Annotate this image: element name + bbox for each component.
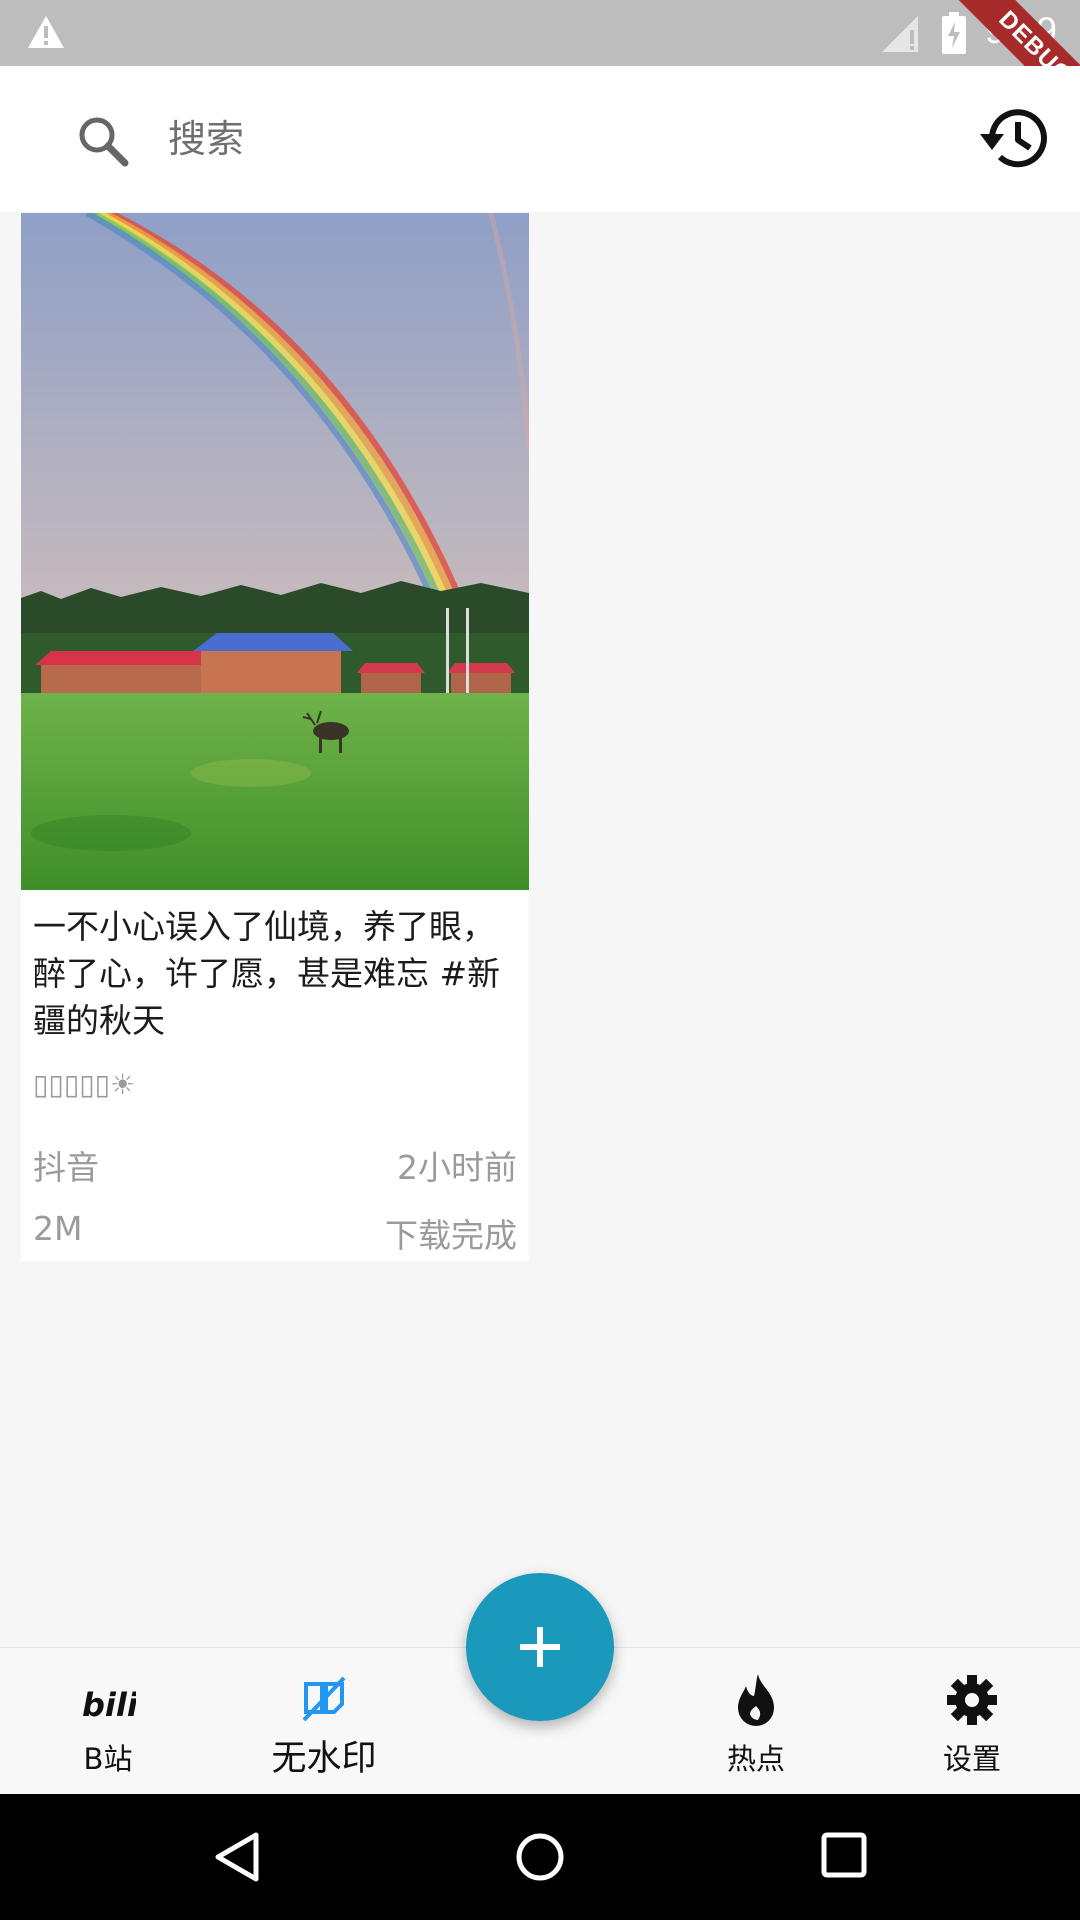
warning-icon bbox=[28, 16, 64, 48]
svg-text:bili: bili bbox=[82, 1686, 136, 1724]
nav-item-settings[interactable]: 设置 bbox=[882, 1648, 1062, 1795]
search-input[interactable] bbox=[168, 104, 768, 174]
nav-label-hot: 热点 bbox=[726, 1742, 785, 1776]
battery-charging-icon bbox=[942, 12, 966, 54]
fire-icon bbox=[738, 1674, 774, 1726]
search-icon bbox=[79, 117, 129, 167]
home-icon[interactable] bbox=[514, 1831, 566, 1883]
video-card[interactable]: 一不小心误入了仙境，养了眼，醉了心，许了愿，甚是难忘 #新疆的秋天 ▯▯▯▯▯☀… bbox=[21, 213, 529, 1261]
nav-label-no-watermark: 无水印 bbox=[271, 1739, 377, 1779]
bilibili-icon: bili bbox=[82, 1686, 136, 1724]
plus-icon bbox=[520, 1627, 560, 1667]
recents-icon[interactable] bbox=[820, 1831, 868, 1879]
nav-label-bilibili: B站 bbox=[83, 1742, 133, 1776]
signal-icon bbox=[882, 16, 918, 52]
back-icon[interactable] bbox=[212, 1831, 262, 1883]
nav-item-bilibili[interactable]: bili B站 bbox=[18, 1648, 198, 1795]
video-source: 抖音 bbox=[33, 1148, 99, 1187]
status-bar: 9:39 DEBUG bbox=[0, 0, 1080, 66]
system-nav-bar bbox=[0, 1794, 1080, 1920]
history-icon[interactable] bbox=[978, 104, 1050, 172]
video-author: ▯▯▯▯▯☀ bbox=[33, 1068, 136, 1101]
nav-item-no-watermark[interactable]: 无水印 bbox=[234, 1648, 414, 1795]
download-status: 下载完成 bbox=[385, 1216, 517, 1255]
nav-item-hot[interactable]: 热点 bbox=[666, 1648, 846, 1795]
video-thumbnail[interactable] bbox=[21, 213, 529, 890]
video-title: 一不小心误入了仙境，养了眼，醉了心，许了愿，甚是难忘 #新疆的秋天 bbox=[33, 907, 501, 1040]
video-size: 2M bbox=[33, 1209, 83, 1248]
nav-label-settings: 设置 bbox=[942, 1742, 1001, 1776]
rainbow-meadow-photo bbox=[21, 213, 529, 890]
search-bar bbox=[0, 66, 1080, 212]
gear-icon bbox=[947, 1675, 997, 1725]
no-watermark-icon bbox=[302, 1676, 346, 1722]
add-button[interactable] bbox=[466, 1573, 614, 1721]
video-time: 2小时前 bbox=[397, 1148, 517, 1187]
